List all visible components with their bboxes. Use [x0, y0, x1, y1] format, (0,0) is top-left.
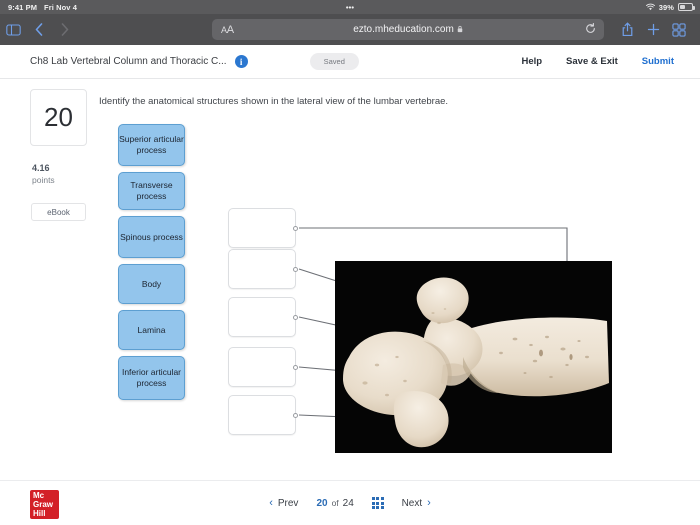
drop-target-1[interactable] — [228, 208, 298, 248]
status-bar-handle-dots: ••• — [345, 2, 355, 12]
info-icon[interactable]: i — [234, 55, 248, 68]
points-value: 4.16 — [32, 163, 50, 173]
address-bar[interactable]: AA ezto.mheducation.com — [212, 19, 604, 40]
share-icon[interactable] — [614, 18, 640, 42]
connector-knob — [293, 413, 298, 418]
reload-icon[interactable] — [585, 22, 596, 37]
drop-target-4[interactable] — [228, 347, 298, 387]
chip-lamina[interactable]: Lamina — [118, 310, 185, 350]
battery-icon — [678, 3, 695, 11]
back-icon[interactable] — [26, 18, 52, 42]
drop-target-2[interactable] — [228, 249, 298, 289]
current-page: 20 — [316, 497, 328, 509]
points-label: points — [32, 175, 55, 185]
connector-knob — [293, 315, 298, 320]
next-button[interactable]: Next › — [402, 497, 431, 509]
connector-knob — [293, 267, 298, 272]
of-label: of — [331, 497, 339, 508]
chip-label: Spinous process — [120, 231, 183, 242]
safari-toolbar: AA ezto.mheducation.com — [0, 14, 700, 45]
chip-label: Transverse process — [130, 180, 173, 201]
chip-transverse-process[interactable]: Transverse process — [118, 172, 185, 210]
chip-superior-articular-process[interactable]: Superior articular process — [118, 124, 185, 166]
help-button[interactable]: Help — [521, 56, 542, 67]
chip-label: Superior articular process — [119, 134, 184, 155]
grid-view-icon[interactable] — [371, 497, 384, 509]
sidebar-icon[interactable] — [0, 18, 26, 42]
forward-icon — [52, 18, 78, 42]
prev-label: Prev — [277, 497, 299, 509]
chip-label: Body — [141, 278, 162, 289]
new-tab-icon[interactable] — [640, 18, 666, 42]
status-bar-right: 39% — [645, 2, 695, 12]
save-and-exit-button[interactable]: Save & Exit — [566, 56, 618, 67]
question-content: 20 4.16 points eBook Identify the anatom… — [0, 79, 700, 480]
tab-overview-icon[interactable] — [666, 18, 692, 42]
connector-knob — [293, 226, 298, 231]
chip-label: Inferior articular process — [121, 367, 182, 388]
ios-status-bar: 9:41 PM Fri Nov 4 ••• 39% — [0, 0, 700, 14]
total-pages: 24 — [342, 497, 354, 509]
question-number: 20 — [30, 89, 87, 146]
chip-body[interactable]: Body — [118, 264, 185, 304]
drop-target-5[interactable] — [228, 395, 298, 435]
lumbar-vertebrae-photo — [335, 261, 612, 453]
header-actions: Help Save & Exit Submit — [521, 56, 674, 67]
question-prompt: Identify the anatomical structures shown… — [99, 96, 449, 107]
assignment-header: Ch8 Lab Vertebral Column and Thoracic C.… — [0, 45, 700, 79]
submit-button[interactable]: Submit — [642, 56, 674, 67]
battery-percent-label: 39% — [658, 2, 674, 12]
assignment-title: Ch8 Lab Vertebral Column and Thoracic C.… — [30, 56, 227, 67]
chip-inferior-articular-process[interactable]: Inferior articular process — [118, 356, 185, 400]
status-badge: Saved — [309, 53, 359, 70]
chip-label: Lamina — [137, 324, 166, 335]
prev-button[interactable]: ‹ Prev — [269, 497, 298, 509]
drop-target-3[interactable] — [228, 297, 298, 337]
page-indicator: 20 of 24 — [316, 498, 353, 509]
url-value: ezto.mheducation.com — [353, 24, 454, 35]
chevron-right-icon: › — [427, 497, 431, 509]
chevron-left-icon: ‹ — [269, 497, 273, 509]
ipad-browser-screen: 9:41 PM Fri Nov 4 ••• 39% AA ezto.mheduc… — [0, 0, 700, 525]
next-label: Next — [401, 497, 423, 509]
text-size-button[interactable]: AA — [221, 24, 234, 36]
wifi-icon — [645, 3, 655, 11]
lock-icon — [457, 25, 463, 35]
chip-spinous-process[interactable]: Spinous process — [118, 216, 185, 258]
url-text: ezto.mheducation.com — [212, 24, 604, 35]
pagination-controls: ‹ Prev 20 of 24 Next › — [0, 497, 700, 509]
ebook-button[interactable]: eBook — [31, 203, 86, 221]
connector-knob — [293, 365, 298, 370]
logo-line-3: Hill — [33, 509, 46, 519]
